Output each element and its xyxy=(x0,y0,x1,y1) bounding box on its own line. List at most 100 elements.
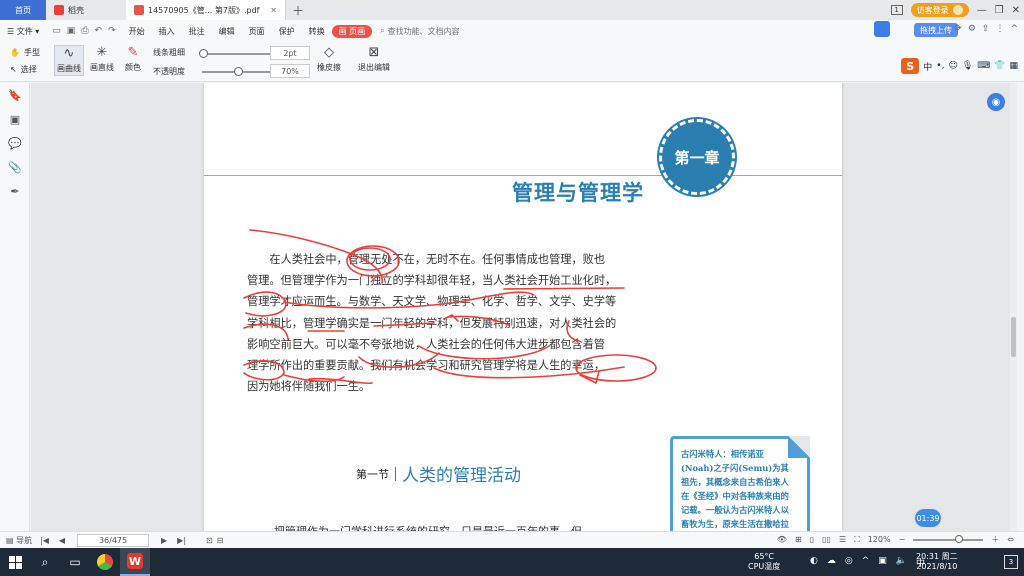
last-page-icon[interactable]: ▶| xyxy=(177,536,186,545)
sidenote-line: 古闪米特人：相传诺亚 xyxy=(681,449,764,459)
hand-tool[interactable]: ✋ 手型 xyxy=(10,47,40,58)
open-icon[interactable]: ▭ xyxy=(52,26,61,36)
task-view-icon[interactable]: ▭ xyxy=(60,548,90,576)
speaker-icon[interactable]: 🔈 xyxy=(896,556,907,569)
search-taskbar-icon[interactable]: ⌕ xyxy=(30,548,60,576)
print-icon[interactable]: ⎙ xyxy=(81,26,88,36)
menu-item-5[interactable]: 保护 xyxy=(272,26,302,37)
more-icon[interactable]: ⋮ xyxy=(995,24,1004,34)
menu-item-3[interactable]: 编辑 xyxy=(212,26,242,37)
menu-item-0[interactable]: 开始 xyxy=(122,26,152,37)
prev-page-icon[interactable]: ◀ xyxy=(59,536,65,545)
minimize-icon[interactable]: — xyxy=(977,5,987,16)
sogou-icon[interactable]: S xyxy=(901,58,920,74)
wps-taskbar-icon[interactable]: W xyxy=(120,548,150,576)
assistant-float-icon[interactable]: ◉ xyxy=(987,93,1005,111)
menu-item-2[interactable]: 批注 xyxy=(182,26,212,37)
settings-icon[interactable]: ⚙ xyxy=(968,24,976,34)
tray-app-icon[interactable]: ◎ xyxy=(845,556,853,569)
document-viewport[interactable]: 第一章 管理与管理学 在人类社会中，管理无处不在，无时不在。任何事情成也管理，败… xyxy=(31,83,1017,531)
page-number-input[interactable]: 36/475 xyxy=(77,533,150,547)
window-count-badge[interactable]: 1 xyxy=(890,5,903,15)
rotate-right-icon[interactable]: ⊟ xyxy=(217,536,224,545)
fit-width-icon[interactable]: ⇔ xyxy=(1007,535,1014,544)
eye-protect-icon[interactable]: 👁 xyxy=(777,535,787,544)
mic-icon[interactable]: 🎙 xyxy=(962,61,973,71)
menu-item-draw-active[interactable]: 画 页画 xyxy=(331,24,373,38)
first-page-icon[interactable]: |◀ xyxy=(40,536,49,545)
save-icon[interactable]: ▣ xyxy=(67,26,76,36)
skin-icon[interactable]: 👕 xyxy=(994,61,1005,71)
login-button[interactable]: 访客登录 xyxy=(910,3,969,17)
tray-app-icon[interactable]: ◐ xyxy=(810,556,818,569)
close-icon[interactable]: ✕ xyxy=(270,6,277,15)
menu-grid-icon[interactable]: ▦ xyxy=(1009,61,1018,71)
share-icon[interactable]: ⇪ xyxy=(982,24,990,34)
eraser-tool[interactable]: ◇ 橡皮擦 xyxy=(317,46,341,73)
next-page-icon[interactable]: ▶ xyxy=(161,536,167,545)
undo-icon[interactable]: ↶ xyxy=(95,26,103,36)
tray-app-icon[interactable]: ▣ xyxy=(878,556,887,569)
recording-timer[interactable]: 01:39 xyxy=(915,509,941,527)
sync-icon[interactable]: ⟳ xyxy=(954,24,962,34)
thumbnail-icon[interactable]: ▣ xyxy=(0,107,30,131)
thickness-knob[interactable] xyxy=(199,49,208,58)
start-button[interactable] xyxy=(0,548,30,576)
thickness-slider[interactable] xyxy=(199,49,272,58)
menu-item-1[interactable]: 插入 xyxy=(152,26,182,37)
punct-icon[interactable]: •, xyxy=(936,61,944,71)
zoom-value[interactable]: 120% xyxy=(868,535,891,544)
file-menu[interactable]: ☰ 文件 ▾ xyxy=(0,26,46,37)
thickness-value[interactable]: 2pt xyxy=(270,46,310,60)
menu-item-6[interactable]: 转换 xyxy=(302,26,332,37)
new-tab-icon[interactable]: ＋ xyxy=(286,2,310,19)
scrollbar-thumb[interactable] xyxy=(1011,317,1016,357)
ime-mode[interactable]: 中 xyxy=(923,60,932,73)
select-tool[interactable]: ↖ 选择 xyxy=(10,64,37,75)
restore-icon[interactable]: ❐ xyxy=(995,5,1004,16)
emoji-icon[interactable]: ☺ xyxy=(948,61,957,71)
rotate-left-icon[interactable]: ⊡ xyxy=(206,536,213,545)
keyboard-icon[interactable]: ⌨ xyxy=(977,61,990,71)
eraser-label: 橡皮擦 xyxy=(317,63,341,72)
tab-home[interactable]: 首页 xyxy=(0,0,46,20)
opacity-knob[interactable] xyxy=(234,67,243,76)
double-page-icon[interactable]: ▯▯ xyxy=(822,535,831,544)
zoom-knob[interactable] xyxy=(955,534,964,543)
redo-icon[interactable]: ↷ xyxy=(108,26,116,36)
opacity-slider[interactable] xyxy=(202,67,272,76)
comment-icon[interactable]: 💬 xyxy=(0,131,30,155)
signature-icon[interactable]: ✒ xyxy=(0,179,30,203)
show-hidden-icon[interactable]: ^ xyxy=(862,556,870,569)
vertical-scrollbar[interactable] xyxy=(1010,83,1017,531)
continuous-icon[interactable]: ☰ xyxy=(839,535,846,544)
close-window-icon[interactable]: ✕ xyxy=(1012,5,1020,16)
chapter-divider xyxy=(204,175,842,176)
clock[interactable]: 20:31 周二 2021/8/10 xyxy=(916,552,958,572)
upload-button[interactable]: 拖拽上传 xyxy=(914,23,958,37)
tray-app-icon[interactable]: ☁ xyxy=(827,556,836,569)
opacity-value[interactable]: 70% xyxy=(270,64,310,78)
fullscreen-icon[interactable]: ⛶ xyxy=(854,535,860,545)
browser-icon[interactable] xyxy=(90,548,120,576)
cloud-icon[interactable] xyxy=(874,21,890,37)
bookmark-icon[interactable]: 🔖 xyxy=(0,83,30,107)
single-page-icon[interactable]: ▯ xyxy=(810,535,814,544)
zoom-out-icon[interactable]: − xyxy=(899,535,906,544)
fit-page-icon[interactable]: ⊞ xyxy=(795,535,802,544)
menu-item-4[interactable]: 页面 xyxy=(242,26,272,37)
tab-wps[interactable]: 稻壳 xyxy=(46,0,126,20)
notification-icon[interactable]: 3 xyxy=(1004,555,1018,569)
cpu-temp[interactable]: 65°C CPU温度 xyxy=(748,552,780,572)
straight-line-tool[interactable]: ✳ 画直线 xyxy=(90,46,114,73)
color-tool[interactable]: ✎ 颜色 xyxy=(125,46,141,73)
tab-document[interactable]: 14570905《管... 第7版》.pdf ✕ xyxy=(126,0,286,20)
curve-tool[interactable]: ∿ 画曲线 xyxy=(54,45,84,76)
nav-toggle[interactable]: ▤ 导航 xyxy=(6,535,32,546)
attachment-icon[interactable]: 📎 xyxy=(0,155,30,179)
zoom-in-icon[interactable]: ＋ xyxy=(991,534,999,545)
zoom-slider[interactable] xyxy=(913,534,984,543)
exit-edit-tool[interactable]: ⊠ 退出编辑 xyxy=(358,46,390,73)
collapse-icon[interactable]: ^ xyxy=(1010,24,1018,34)
search-box[interactable]: ⌕ 查找功能、文档内容 xyxy=(380,26,459,37)
